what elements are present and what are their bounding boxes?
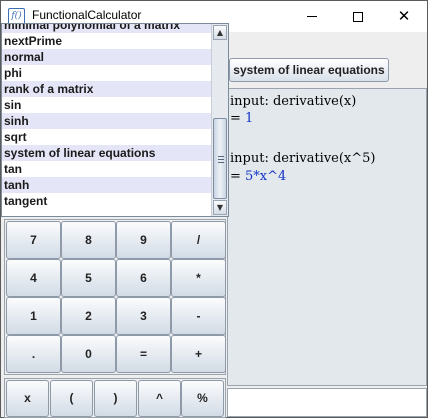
key-minus[interactable]: -	[171, 297, 226, 335]
output-line: = 5*x^4	[230, 169, 287, 184]
list-item[interactable]: sqrt	[2, 129, 212, 145]
key-percent[interactable]: %	[181, 380, 224, 417]
key-7[interactable]: 7	[6, 221, 61, 259]
list-item[interactable]: tangent	[2, 193, 212, 209]
key-equals[interactable]: =	[116, 335, 171, 373]
list-item[interactable]: sin	[2, 97, 212, 113]
output-line: = 1	[230, 111, 254, 126]
list-item[interactable]: minimal polynomial of a matrix	[2, 24, 212, 33]
key-multiply[interactable]: *	[171, 259, 226, 297]
key-decimal[interactable]: .	[6, 335, 61, 373]
key-plus[interactable]: +	[171, 335, 226, 373]
maximize-icon	[353, 11, 363, 22]
function-list[interactable]: minimal polynomial of a matrix nextPrime…	[2, 24, 212, 216]
key-1[interactable]: 1	[6, 297, 61, 335]
system-of-linear-equations-button[interactable]: system of linear equations	[229, 58, 389, 82]
list-item[interactable]: rank of a matrix	[2, 81, 212, 97]
scrollbar-thumb[interactable]	[213, 118, 227, 199]
key-close-paren[interactable]: )	[94, 380, 137, 417]
calculator-window: f() FunctionalCalculator ✕ cd system of …	[0, 0, 428, 418]
key-2[interactable]: 2	[61, 297, 116, 335]
scroll-down-icon[interactable]: ▼	[213, 200, 227, 215]
maximize-button[interactable]	[335, 1, 381, 32]
list-item[interactable]: tanh	[2, 177, 212, 193]
key-9[interactable]: 9	[116, 221, 171, 259]
list-item[interactable]: tan	[2, 161, 212, 177]
output-line: input: derivative(x)	[230, 94, 357, 109]
list-item[interactable]: normal	[2, 49, 212, 65]
key-x[interactable]: x	[6, 380, 49, 417]
key-4[interactable]: 4	[6, 259, 61, 297]
key-6[interactable]: 6	[116, 259, 171, 297]
extra-keypad: x ( ) ^ %	[4, 378, 226, 418]
grip-icon	[218, 156, 224, 165]
minimize-icon	[307, 16, 317, 17]
list-scrollbar[interactable]: ▲ ▼	[211, 24, 228, 216]
keypad: 7 8 9 / 4 5 6 * 1 2 3 - . 0 = +	[4, 219, 226, 375]
list-item[interactable]: system of linear equations	[2, 145, 212, 161]
key-divide[interactable]: /	[171, 221, 226, 259]
key-3[interactable]: 3	[116, 297, 171, 335]
scroll-up-icon[interactable]: ▲	[213, 25, 227, 40]
key-power[interactable]: ^	[138, 380, 181, 417]
list-item[interactable]: phi	[2, 65, 212, 81]
list-item[interactable]: sinh	[2, 113, 212, 129]
close-button[interactable]: ✕	[381, 1, 427, 32]
key-8[interactable]: 8	[61, 221, 116, 259]
output-line: input: derivative(x^5)	[230, 151, 376, 166]
list-item[interactable]: nextPrime	[2, 33, 212, 49]
key-5[interactable]: 5	[61, 259, 116, 297]
key-0[interactable]: 0	[61, 335, 116, 373]
window-title: FunctionalCalculator	[32, 8, 142, 22]
key-open-paren[interactable]: (	[50, 380, 93, 417]
function-list-popup: minimal polynomial of a matrix nextPrime…	[1, 23, 229, 217]
close-icon: ✕	[397, 7, 411, 25]
minimize-button[interactable]	[289, 1, 335, 32]
output-area[interactable]: input: derivative(x) = 1 input: derivati…	[227, 88, 427, 386]
expression-input[interactable]	[227, 388, 427, 417]
